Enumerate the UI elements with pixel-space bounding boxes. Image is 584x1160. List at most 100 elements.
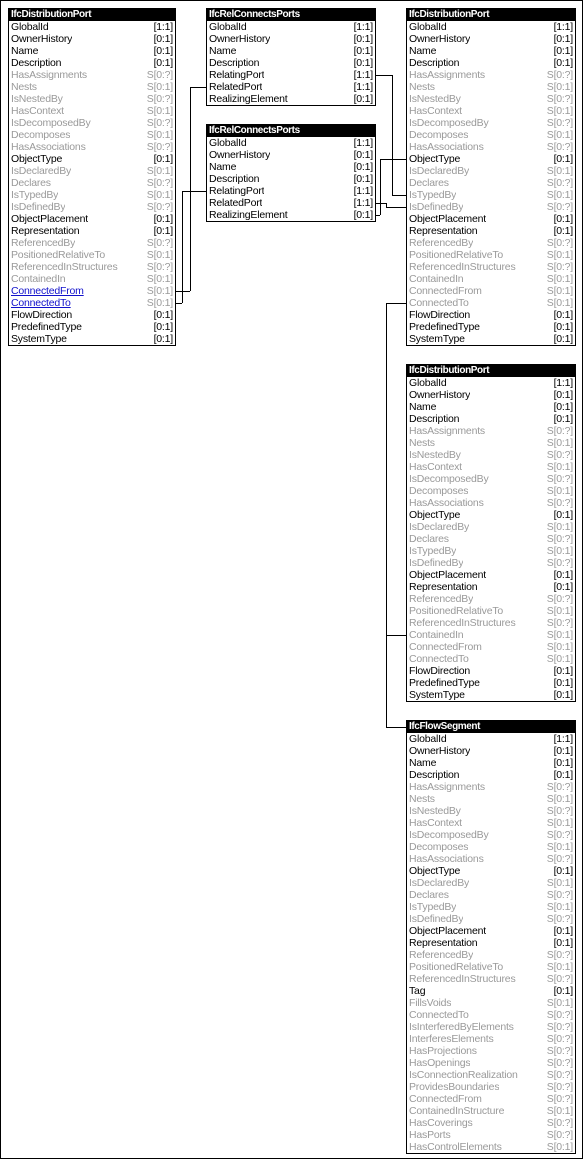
attribute-row: IsDefinedBy S[0:?] xyxy=(407,557,575,569)
attribute-cardinality: S[0:1] xyxy=(546,521,573,533)
attribute-row: Name [0:1] xyxy=(407,45,575,57)
attribute-row: Nests S[0:1] xyxy=(9,81,175,93)
attribute-row: IsNestedBy S[0:?] xyxy=(9,93,175,105)
attribute-cardinality: S[0:1] xyxy=(146,297,173,309)
attribute-row: ConnectedTo S[0:1] xyxy=(407,653,575,665)
attribute-cardinality: S[0:1] xyxy=(546,437,573,449)
attribute-row: HasAssociations S[0:?] xyxy=(407,853,575,865)
attribute-row: ProvidesBoundaries S[0:?] xyxy=(407,1081,575,1093)
entity-box-flow-segment[interactable]: IfcFlowSegment GlobalId [1:1] OwnerHistory [… xyxy=(406,720,576,1154)
attribute-cardinality: S[0:?] xyxy=(546,237,573,249)
attribute-name: PositionedRelativeTo xyxy=(409,249,504,261)
connector-relatingport-bottom-seg-h2 xyxy=(176,303,182,304)
attribute-row: Declares S[0:?] xyxy=(9,177,175,189)
attribute-row: Name [0:1] xyxy=(407,401,575,413)
attribute-row: IsDefinedBy S[0:?] xyxy=(407,201,575,213)
entity-box-port-left[interactable]: IfcDistributionPort GlobalId [1:1] OwnerHis… xyxy=(8,8,176,346)
attribute-cardinality: S[0:1] xyxy=(546,877,573,889)
attribute-name: GlobalId xyxy=(209,137,247,149)
entity-title-port-right-1: IfcDistributionPort xyxy=(407,9,575,21)
attribute-name: PredefinedType xyxy=(11,321,82,333)
attribute-row[interactable]: ConnectedFrom S[0:1] xyxy=(9,285,175,297)
attribute-cardinality: S[0:?] xyxy=(546,557,573,569)
attribute-name: SystemType xyxy=(11,333,67,345)
attribute-cardinality: S[0:1] xyxy=(146,81,173,93)
attribute-name: Description xyxy=(11,57,62,69)
attribute-list: GlobalId [1:1] OwnerHistory [0:1] Name [0:1] D… xyxy=(407,733,575,1153)
attribute-row: Description [0:1] xyxy=(407,57,575,69)
attribute-name[interactable]: ConnectedFrom xyxy=(11,285,84,297)
attribute-name: RealizingElement xyxy=(209,209,288,221)
attribute-name: GlobalId xyxy=(209,21,247,33)
attribute-name: ConnectedFrom xyxy=(409,641,482,653)
attribute-row: Name [0:1] xyxy=(207,45,375,57)
attribute-cardinality: S[0:?] xyxy=(546,1045,573,1057)
attribute-cardinality: S[0:1] xyxy=(546,105,573,117)
attribute-row: HasAssociations S[0:?] xyxy=(407,497,575,509)
attribute-row: OwnerHistory [0:1] xyxy=(407,33,575,45)
entity-box-rel-top[interactable]: IfcRelConnectsPorts GlobalId [1:1] OwnerHis… xyxy=(206,8,376,106)
attribute-cardinality: S[0:?] xyxy=(546,425,573,437)
attribute-cardinality: [1:1] xyxy=(353,137,374,149)
attribute-cardinality: [0:1] xyxy=(553,665,574,677)
attribute-name: Name xyxy=(209,45,237,57)
attribute-row: IsNestedBy S[0:?] xyxy=(407,805,575,817)
attribute-list: GlobalId [1:1] OwnerHistory [0:1] Name [0:1] D… xyxy=(407,377,575,701)
attribute-cardinality: S[0:1] xyxy=(146,285,173,297)
attribute-row: ObjectType [0:1] xyxy=(407,153,575,165)
connector-realizingelement-seg-h2 xyxy=(380,159,406,160)
attribute-cardinality: [0:1] xyxy=(553,677,574,689)
entity-box-rel-bottom[interactable]: IfcRelConnectsPorts GlobalId [1:1] OwnerHis… xyxy=(206,124,376,222)
attribute-cardinality: S[0:?] xyxy=(546,1093,573,1105)
attribute-cardinality: [0:1] xyxy=(553,769,574,781)
attribute-cardinality: S[0:1] xyxy=(546,297,573,309)
attribute-row: SystemType [0:1] xyxy=(407,689,575,701)
attribute-row: Representation [0:1] xyxy=(9,225,175,237)
attribute-cardinality: [0:1] xyxy=(353,209,374,221)
attribute-cardinality: [0:1] xyxy=(553,509,574,521)
attribute-cardinality: S[0:?] xyxy=(546,889,573,901)
attribute-name: Representation xyxy=(409,581,478,593)
attribute-name[interactable]: ConnectedTo xyxy=(11,297,71,309)
attribute-name: Declares xyxy=(11,177,51,189)
attribute-row: ReferencedInStructures S[0:?] xyxy=(9,261,175,273)
attribute-row: IsNestedBy S[0:?] xyxy=(407,93,575,105)
attribute-name: Description xyxy=(409,413,460,425)
attribute-cardinality: [0:1] xyxy=(153,213,174,225)
attribute-cardinality: S[0:1] xyxy=(546,961,573,973)
attribute-name: FlowDirection xyxy=(409,309,470,321)
attribute-cardinality: S[0:1] xyxy=(146,105,173,117)
attribute-name: GlobalId xyxy=(409,733,447,745)
attribute-cardinality: [1:1] xyxy=(153,21,174,33)
attribute-row: HasCoverings S[0:?] xyxy=(407,1117,575,1129)
attribute-row: HasOpenings S[0:?] xyxy=(407,1057,575,1069)
attribute-row: HasProjections S[0:?] xyxy=(407,1045,575,1057)
attribute-cardinality: S[0:1] xyxy=(546,249,573,261)
attribute-cardinality: S[0:1] xyxy=(146,165,173,177)
attribute-cardinality: S[0:?] xyxy=(146,261,173,273)
attribute-row: Representation [0:1] xyxy=(407,225,575,237)
attribute-row: ObjectPlacement [0:1] xyxy=(9,213,175,225)
attribute-row[interactable]: ConnectedTo S[0:1] xyxy=(9,297,175,309)
attribute-cardinality: S[0:?] xyxy=(546,1021,573,1033)
attribute-name: OwnerHistory xyxy=(409,389,471,401)
attribute-row: Declares S[0:?] xyxy=(407,889,575,901)
attribute-cardinality: [0:1] xyxy=(553,153,574,165)
entity-box-port-right-2[interactable]: IfcDistributionPort GlobalId [1:1] OwnerHis… xyxy=(406,364,576,702)
attribute-row: IsTypedBy S[0:1] xyxy=(407,189,575,201)
attribute-row: IsDecomposedBy S[0:?] xyxy=(9,117,175,129)
connector-relatingport-top-seg-h1 xyxy=(376,75,392,76)
attribute-row: HasControlElements S[0:1] xyxy=(407,1141,575,1153)
attribute-row: PredefinedType [0:1] xyxy=(9,321,175,333)
attribute-row: Representation [0:1] xyxy=(407,937,575,949)
attribute-name: IsDefinedBy xyxy=(409,913,464,925)
attribute-name: HasAssociations xyxy=(409,141,484,153)
attribute-name: OwnerHistory xyxy=(11,33,73,45)
attribute-row: HasContext S[0:1] xyxy=(407,105,575,117)
attribute-cardinality: [0:1] xyxy=(353,161,374,173)
attribute-name: IsDeclaredBy xyxy=(409,165,470,177)
entity-box-port-right-1[interactable]: IfcDistributionPort GlobalId [1:1] OwnerHis… xyxy=(406,8,576,346)
attribute-name: HasCoverings xyxy=(409,1117,473,1129)
attribute-row: OwnerHistory [0:1] xyxy=(207,33,375,45)
attribute-row: IsTypedBy S[0:1] xyxy=(9,189,175,201)
